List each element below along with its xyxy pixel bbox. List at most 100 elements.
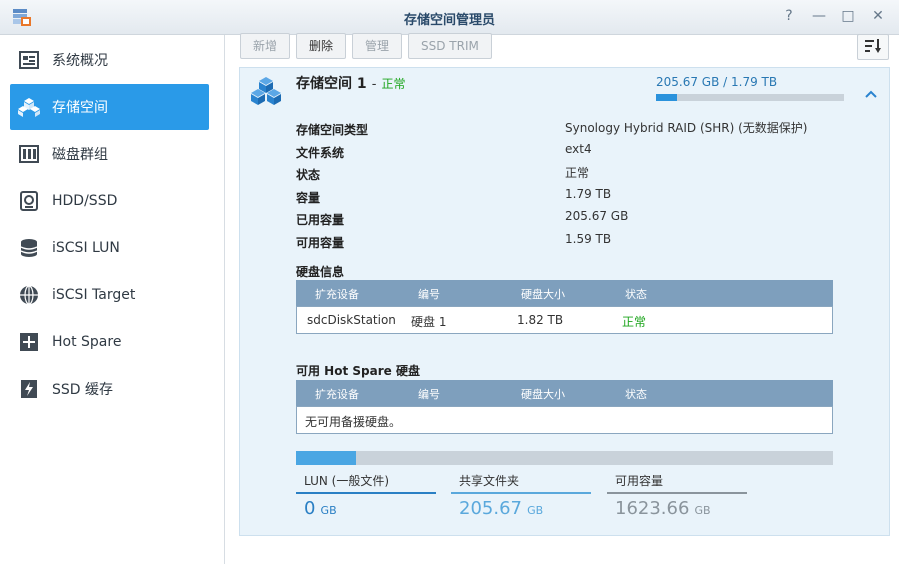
column-header: 扩充设备 [315, 288, 359, 301]
close-button[interactable]: ✕ [868, 6, 888, 26]
detail-value: 1.59 TB [565, 231, 612, 246]
collapse-chevron-icon[interactable] [864, 84, 878, 103]
detail-label: 容量 [296, 190, 321, 205]
hot-spare-table-header: 扩充设备 编号 硬盘大小 状态 [296, 380, 833, 406]
create-button[interactable]: 新增 [240, 33, 291, 59]
help-button[interactable]: ? [779, 6, 799, 26]
volume-details: 存储空间类型 Synology Hybrid RAID (SHR) (无数据保护… [296, 119, 856, 254]
disk-status: 正常 [622, 315, 647, 329]
stat-unit: GB [694, 504, 711, 517]
sidebar-item-iscsi-target[interactable]: iSCSI Target [10, 272, 209, 318]
stat-label: 可用容量 [607, 472, 747, 494]
sidebar-item-iscsi-lun[interactable]: iSCSI LUN [10, 225, 209, 271]
globe-icon [18, 284, 40, 306]
disk-table-header: 扩充设备 编号 硬盘大小 状态 [296, 280, 833, 306]
stat-unit: GB [527, 504, 544, 517]
volume-usage-text: 205.67 GB / 1.79 TB [656, 75, 778, 89]
sort-button[interactable] [857, 34, 889, 60]
sidebar-item-volume[interactable]: 存储空间 [10, 84, 209, 130]
detail-row: 容量 1.79 TB [296, 187, 856, 210]
lun-icon [18, 237, 40, 259]
column-header: 硬盘大小 [521, 288, 565, 301]
volume-usage-fill [656, 94, 678, 101]
stat-value-row: 205.67 GB [451, 498, 591, 519]
detail-row: 已用容量 205.67 GB [296, 209, 856, 232]
detail-value: 1.79 TB [565, 186, 612, 201]
stat-lun: LUN (一般文件) 0 GB [296, 472, 436, 519]
sidebar-item-overview[interactable]: 系统概况 [10, 37, 209, 83]
volume-name: 存储空间 1 [296, 76, 367, 92]
detail-label: 可用容量 [296, 235, 345, 250]
minimize-button[interactable]: — [809, 6, 829, 26]
column-header: 编号 [418, 288, 440, 301]
sidebar: 系统概况 存储空间 磁盘群组 HDD/SSD iSCSI LUN iSCSI T… [0, 35, 225, 564]
stat-unit: GB [320, 504, 337, 517]
delete-button[interactable]: 删除 [296, 33, 347, 59]
sidebar-item-label: SSD 缓存 [52, 382, 114, 398]
sidebar-item-label: HDD/SSD [52, 193, 118, 209]
disk-info-title: 硬盘信息 [296, 265, 345, 279]
manage-button[interactable]: 管理 [352, 33, 403, 59]
stat-value: 205.67 [459, 498, 522, 519]
detail-label: 已用容量 [296, 213, 345, 227]
column-header: 编号 [418, 388, 440, 401]
stat-value-row: 1623.66 GB [607, 498, 747, 519]
table-row[interactable]: sdcDiskStation 硬盘 1 1.82 TB 正常 [296, 306, 833, 334]
sidebar-item-label: iSCSI Target [52, 287, 136, 303]
ssd-cache-icon [18, 378, 40, 400]
stat-value-row: 0 GB [296, 498, 436, 519]
detail-value: 正常 [565, 166, 590, 180]
detail-value: 205.67 GB [565, 209, 629, 223]
stat-available: 可用容量 1623.66 GB [607, 472, 747, 519]
detail-label: 状态 [296, 168, 321, 182]
sidebar-item-label: 磁盘群组 [52, 147, 108, 163]
disk-number: 硬盘 1 [411, 315, 447, 329]
hot-spare-icon [18, 331, 40, 353]
volume-header: 存储空间 1 - 正常 [296, 73, 406, 93]
volume-separator: - [371, 77, 377, 92]
detail-label: 存储空间类型 [296, 123, 369, 137]
empty-message: 无可用备援硬盘。 [305, 415, 402, 429]
disk-device: sdcDiskStation [307, 313, 396, 327]
column-header: 状态 [625, 288, 647, 301]
title-bar: 存储空间管理员 ? — □ ✕ [0, 0, 899, 35]
detail-row: 存储空间类型 Synology Hybrid RAID (SHR) (无数据保护… [296, 119, 856, 142]
detail-label: 文件系统 [296, 145, 345, 160]
detail-row: 可用容量 1.59 TB [296, 232, 856, 255]
sidebar-item-label: 系统概况 [52, 53, 108, 69]
shared-folder-fill [296, 451, 357, 465]
volume-panel: 存储空间 1 - 正常 205.67 GB / 1.79 TB 存储空间类型 S… [239, 67, 890, 536]
sidebar-item-hot-spare[interactable]: Hot Spare [10, 319, 209, 365]
sidebar-item-label: Hot Spare [52, 334, 122, 350]
ssd-trim-button[interactable]: SSD TRIM [408, 33, 492, 59]
sidebar-item-ssd-cache[interactable]: SSD 缓存 [10, 366, 209, 412]
column-header: 状态 [625, 388, 647, 401]
disk-size: 1.82 TB [517, 313, 564, 327]
volume-status: 正常 [381, 77, 406, 91]
detail-row: 状态 正常 [296, 164, 856, 187]
maximize-button[interactable]: □ [838, 6, 858, 26]
capacity-bar [296, 451, 833, 465]
detail-value: Synology Hybrid RAID (SHR) (无数据保护) [565, 121, 808, 135]
stat-shared-folder: 共享文件夹 205.67 GB [451, 472, 591, 519]
stat-label: LUN (一般文件) [296, 472, 436, 494]
volume-usage-bar [656, 94, 844, 101]
disk-group-icon [18, 143, 40, 165]
hot-spare-empty-row: 无可用备援硬盘。 [296, 406, 833, 434]
stat-label: 共享文件夹 [451, 472, 591, 494]
stat-value: 1623.66 [615, 498, 690, 519]
sidebar-item-hdd-ssd[interactable]: HDD/SSD [10, 178, 209, 224]
volume-cubes-icon [250, 75, 282, 111]
column-header: 硬盘大小 [521, 388, 565, 401]
sort-icon [865, 38, 881, 57]
sidebar-item-disk-group[interactable]: 磁盘群组 [10, 131, 209, 177]
sidebar-item-label: 存储空间 [52, 100, 108, 116]
detail-value: ext4 [565, 141, 592, 156]
sidebar-item-label: iSCSI LUN [52, 240, 120, 256]
hdd-icon [18, 190, 40, 212]
hot-spare-title: 可用 Hot Spare 硬盘 [296, 364, 420, 378]
column-header: 扩充设备 [315, 388, 359, 401]
detail-row: 文件系统 ext4 [296, 142, 856, 165]
volume-cubes-icon [18, 96, 40, 118]
overview-icon [18, 49, 40, 71]
